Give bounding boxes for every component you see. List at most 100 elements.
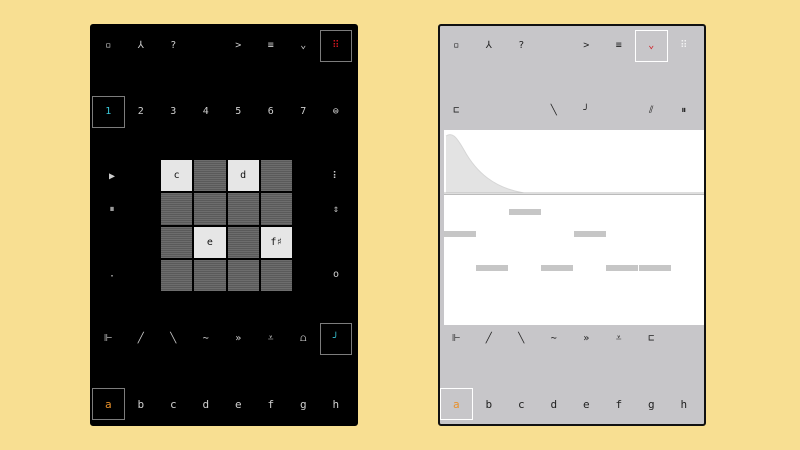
filter-icon[interactable]: ⩡	[603, 323, 636, 355]
step-5-button[interactable]: 5	[222, 96, 255, 128]
pad-grid: c d e f♯	[161, 160, 292, 291]
grid-icon[interactable]: ⠿	[668, 30, 701, 62]
note-roll[interactable]	[444, 195, 704, 325]
step-4-button[interactable]: 4	[190, 96, 223, 128]
pad[interactable]	[260, 259, 292, 291]
envelope-curve	[444, 134, 704, 194]
key-a-button[interactable]: a	[92, 388, 125, 420]
mode-icon[interactable]: ⊏	[440, 95, 473, 127]
key-e-button[interactable]: e	[570, 388, 603, 420]
key-a-button[interactable]: a	[440, 388, 473, 420]
key-c-button[interactable]: c	[157, 388, 190, 420]
ramp-down-icon[interactable]: ╲	[538, 95, 571, 127]
save-icon[interactable]: ▫	[440, 30, 473, 62]
ramp-down-icon[interactable]: ╲	[157, 323, 190, 355]
note-block[interactable]	[476, 265, 508, 271]
key-h-button[interactable]: h	[668, 388, 701, 420]
pad[interactable]: f♯	[260, 226, 292, 258]
shape-gate-icon[interactable]: ⊩	[92, 323, 125, 355]
left-instrument-panel: ▫ ⅄ ? > ≡ ⌄ ⠿ 1 2 3 4 5 6 7 ⊜ ▶ ⏸ · ⠇ ⇕ …	[90, 24, 358, 426]
note-block[interactable]	[444, 231, 476, 237]
help-icon[interactable]: ?	[505, 30, 538, 62]
step-3-button[interactable]: 3	[157, 96, 190, 128]
key-c-button[interactable]: c	[505, 388, 538, 420]
circle-icon[interactable]: o	[320, 258, 352, 290]
pad[interactable]: c	[161, 160, 193, 192]
ramp-down-icon[interactable]: ╲	[505, 323, 538, 355]
key-b-button[interactable]: b	[125, 388, 158, 420]
play-icon[interactable]: ▶	[96, 160, 128, 192]
pad[interactable]	[161, 226, 193, 258]
tools-icon[interactable]: ⅄	[125, 30, 158, 62]
step-7-button[interactable]: 7	[287, 96, 320, 128]
curve-icon[interactable]: ╯	[570, 95, 603, 127]
key-b-button[interactable]: b	[473, 388, 506, 420]
filter-icon[interactable]: ⩡	[255, 323, 288, 355]
ramp-up-icon[interactable]: ╱	[125, 323, 158, 355]
key-selector: a b c d e f g h	[440, 388, 704, 420]
shape-gate-icon[interactable]: ⊩	[440, 323, 473, 355]
pad[interactable]	[194, 160, 226, 192]
key-h-button[interactable]: h	[320, 388, 353, 420]
note-block[interactable]	[541, 265, 573, 271]
note-block[interactable]	[574, 231, 606, 237]
pad[interactable]	[194, 193, 226, 225]
envelope-view[interactable]	[444, 130, 704, 195]
next-icon[interactable]: >	[570, 30, 603, 62]
fast-forward-icon[interactable]: »	[570, 323, 603, 355]
dot-icon[interactable]: ·	[96, 260, 128, 292]
step-options-icon[interactable]: ⊜	[320, 96, 353, 128]
pad[interactable]	[260, 160, 292, 192]
note-block[interactable]	[606, 265, 638, 271]
chevron-down-icon: ⌄	[648, 40, 655, 51]
pad[interactable]	[227, 259, 259, 291]
curve-icon: ╯	[332, 333, 339, 344]
next-icon[interactable]: >	[222, 30, 255, 62]
pulse-icon[interactable]: ⩍	[287, 323, 320, 355]
pad[interactable]	[161, 193, 193, 225]
pad[interactable]: e	[194, 226, 226, 258]
dots-icon[interactable]: ⠇	[320, 160, 352, 192]
fast-forward-icon[interactable]: »	[222, 323, 255, 355]
pause-icon[interactable]: ⏸	[668, 95, 701, 127]
curve-button[interactable]: ╯	[319, 323, 352, 355]
pad[interactable]	[227, 193, 259, 225]
menu-icon[interactable]: ≡	[603, 30, 636, 62]
key-d-button[interactable]: d	[190, 388, 223, 420]
pad[interactable]	[227, 226, 259, 258]
sine-icon[interactable]: ∼	[190, 323, 223, 355]
pad[interactable]	[161, 259, 193, 291]
step-1-button[interactable]: 1	[92, 96, 125, 128]
mode-icon[interactable]: ⊏	[635, 323, 668, 355]
pad[interactable]	[194, 259, 226, 291]
sine-icon[interactable]: ∼	[538, 323, 571, 355]
key-g-button[interactable]: g	[635, 388, 668, 420]
up-down-icon[interactable]: ⇕	[320, 193, 352, 225]
envelope-controls: ⊏ ╲ ╯ ⫽ ⏸	[440, 95, 704, 127]
step-2-button[interactable]: 2	[125, 96, 158, 128]
key-e-button[interactable]: e	[222, 388, 255, 420]
step-icon[interactable]: ⫽	[635, 95, 668, 127]
pad[interactable]: d	[227, 160, 259, 192]
help-icon[interactable]: ?	[157, 30, 190, 62]
ramp-up-icon[interactable]: ╱	[473, 323, 506, 355]
dropdown-button[interactable]: ⌄	[635, 30, 668, 62]
key-f-button[interactable]: f	[255, 388, 288, 420]
dropdown-icon[interactable]: ⌄	[287, 30, 320, 62]
step-6-button[interactable]: 6	[255, 96, 288, 128]
key-g-button[interactable]: g	[287, 388, 320, 420]
tools-icon[interactable]: ⅄	[473, 30, 506, 62]
menu-icon[interactable]: ≡	[255, 30, 288, 62]
save-icon[interactable]: ▫	[92, 30, 125, 62]
key-f-button[interactable]: f	[603, 388, 636, 420]
shape-selector: ⊩ ╱ ╲ ∼ » ⩡ ⩍ ╯	[92, 323, 356, 355]
grid-view-button[interactable]: ⠿	[319, 30, 352, 62]
step-selector: 1 2 3 4 5 6 7 ⊜	[92, 96, 356, 128]
pause-icon[interactable]: ⏸	[96, 193, 128, 225]
key-d-button[interactable]: d	[538, 388, 571, 420]
pad[interactable]	[260, 193, 292, 225]
note-block[interactable]	[639, 265, 671, 271]
note-block[interactable]	[509, 209, 541, 215]
